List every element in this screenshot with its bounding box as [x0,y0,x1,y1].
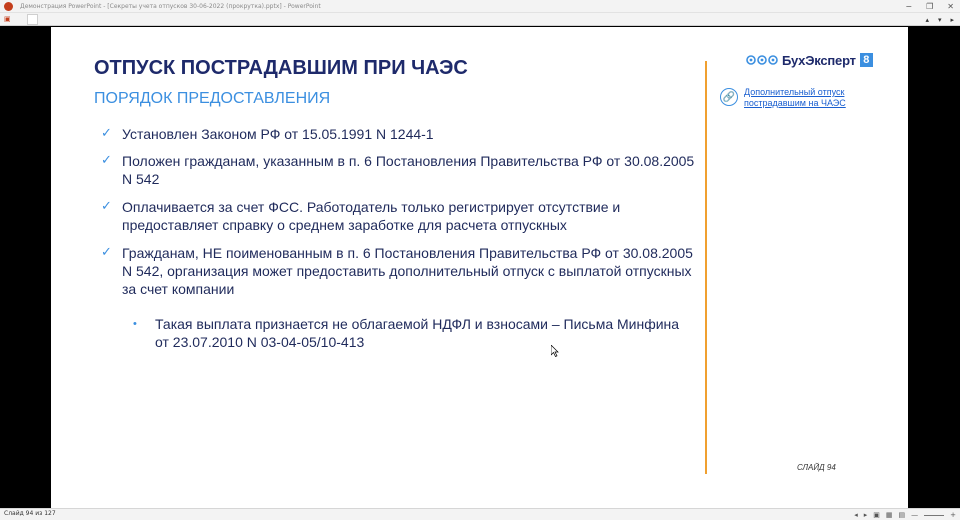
sub-bullet-text: Такая выплата признается не облагаемой Н… [155,316,680,350]
slide-counter: Слайд 94 из 127 [4,510,56,517]
link-icon[interactable]: 🔗 [720,88,738,106]
status-controls: ◂ ▸ ▣ ▦ ▤ — + [854,509,956,520]
scroll-down-icon[interactable]: ▾ [938,16,942,24]
logo-badge: 8 [859,53,873,67]
close-icon[interactable]: ✕ [947,0,954,13]
bullet-dot-icon: • [133,318,137,330]
minimize-icon[interactable]: − [905,0,912,13]
mouse-cursor-icon [551,345,559,357]
zoom-in-icon[interactable]: + [950,511,956,519]
slide-canvas[interactable]: ОТПУСК ПОСТРАДАВШИМ ПРИ ЧАЭС ПОРЯДОК ПРЕ… [51,27,908,508]
powerpoint-icon [4,1,13,11]
window-titlebar: Демонстрация PowerPoint - [Секреты учета… [0,0,960,13]
related-link-text[interactable]: Дополнительный отпуск пострадавшим на ЧА… [744,87,864,109]
sub-bullet-item: • Такая выплата признается не облагаемой… [133,315,693,351]
forward-icon[interactable]: ▸ [950,16,954,24]
zoom-slider[interactable] [924,514,945,516]
presenter-toolbar: ▣ ▴ ▾ ▸ [0,13,960,26]
zoom-out-icon[interactable]: — [911,511,918,519]
normal-view-icon[interactable]: ▣ [873,511,880,519]
bullet-item: ✓ Гражданам, НЕ поименованным в п. 6 Пос… [101,244,701,298]
bullet-text: Оплачивается за счет ФСС. Работодатель т… [122,199,621,233]
check-icon: ✓ [101,199,112,214]
prev-slide-icon[interactable]: ◂ [854,511,858,519]
check-icon: ✓ [101,153,112,168]
bullet-list: ✓ Установлен Законом РФ от 15.05.1991 N … [101,125,701,308]
slide-number: СЛАЙД 94 [797,463,836,472]
sorter-view-icon[interactable]: ▦ [886,511,893,519]
presentation-icon[interactable]: ▣ [4,15,11,23]
bullet-text: Установлен Законом РФ от 15.05.1991 N 12… [122,126,434,142]
toolbar-nav: ▴ ▾ ▸ [925,13,954,26]
status-bar: Слайд 94 из 127 ◂ ▸ ▣ ▦ ▤ — + [0,508,960,520]
vertical-divider [705,61,707,474]
window-controls: − ❐ ✕ [905,0,954,13]
slide-title: ОТПУСК ПОСТРАДАВШИМ ПРИ ЧАЭС [94,57,468,79]
bullet-text: Гражданам, НЕ поименованным в п. 6 Поста… [122,245,693,297]
bullet-item: ✓ Установлен Законом РФ от 15.05.1991 N … [101,125,701,143]
related-link[interactable]: 🔗 Дополнительный отпуск пострадавшим на … [720,87,864,109]
restore-icon[interactable]: ❐ [926,0,933,13]
bullet-item: ✓ Оплачивается за счет ФСС. Работодатель… [101,198,701,234]
slide-subtitle: ПОРЯДОК ПРЕДОСТАВЛЕНИЯ [94,90,331,107]
scroll-up-icon[interactable]: ▴ [925,16,929,24]
logo-text: БухЭксперт [782,52,856,68]
blank-tab[interactable] [26,13,38,25]
check-icon: ✓ [101,245,112,260]
next-slide-icon[interactable]: ▸ [864,511,868,519]
bullet-text: Положен гражданам, указанным в п. 6 Пост… [122,153,695,187]
brand-logo: БухЭксперт 8 [745,51,873,69]
reading-view-icon[interactable]: ▤ [899,511,906,519]
check-icon: ✓ [101,126,112,141]
owl-logo-icon [746,55,778,65]
window-title: Демонстрация PowerPoint - [Секреты учета… [20,2,321,10]
bullet-item: ✓ Положен гражданам, указанным в п. 6 По… [101,152,701,188]
